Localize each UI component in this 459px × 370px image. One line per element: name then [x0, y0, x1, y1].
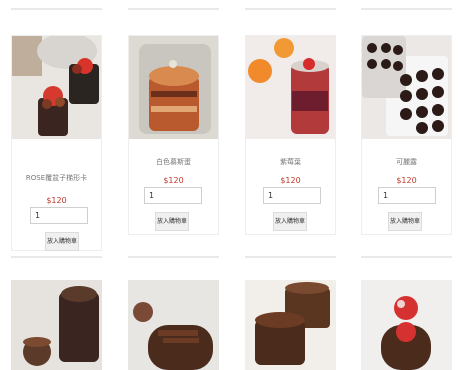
product-card: ROSE覆盆子梯形卡 $120 放入購物車: [11, 35, 102, 251]
product-card: 紫莓葉 $120 放入購物車: [245, 35, 336, 235]
product-price: $120: [396, 176, 417, 185]
divider: [128, 8, 219, 10]
product-price: $120: [163, 176, 184, 185]
product-name: 紫莓葉: [280, 158, 301, 166]
product-name: ROSE覆盆子梯形卡: [25, 174, 88, 182]
product-price: $120: [280, 176, 301, 185]
quantity-input[interactable]: [378, 187, 436, 204]
divider: [245, 256, 336, 258]
product-image[interactable]: [128, 280, 219, 370]
product-image[interactable]: [11, 280, 102, 370]
product-name: 可麗露: [396, 158, 417, 166]
add-to-cart-button[interactable]: 放入購物車: [45, 232, 79, 251]
divider: [361, 8, 452, 10]
divider: [245, 8, 336, 10]
product-name: 白色慕斯蛋: [156, 158, 191, 166]
quantity-input[interactable]: [144, 187, 202, 204]
add-to-cart-button[interactable]: 放入購物車: [155, 212, 189, 231]
divider: [361, 256, 452, 258]
quantity-input[interactable]: [30, 207, 88, 224]
product-image[interactable]: [245, 280, 336, 370]
divider: [128, 256, 219, 258]
add-to-cart-button[interactable]: 放入購物車: [388, 212, 422, 231]
product-price: $120: [46, 196, 67, 205]
product-image[interactable]: [12, 36, 101, 139]
product-image[interactable]: [129, 36, 218, 139]
product-image[interactable]: [362, 36, 451, 139]
product-image[interactable]: [361, 280, 452, 370]
quantity-input[interactable]: [263, 187, 321, 204]
product-card: 可麗露 $120 放入購物車: [361, 35, 452, 235]
product-image[interactable]: [246, 36, 335, 139]
add-to-cart-button[interactable]: 放入購物車: [273, 212, 307, 231]
divider: [11, 256, 102, 258]
product-card: 白色慕斯蛋 $120 放入購物車: [128, 35, 219, 235]
divider: [11, 8, 102, 10]
